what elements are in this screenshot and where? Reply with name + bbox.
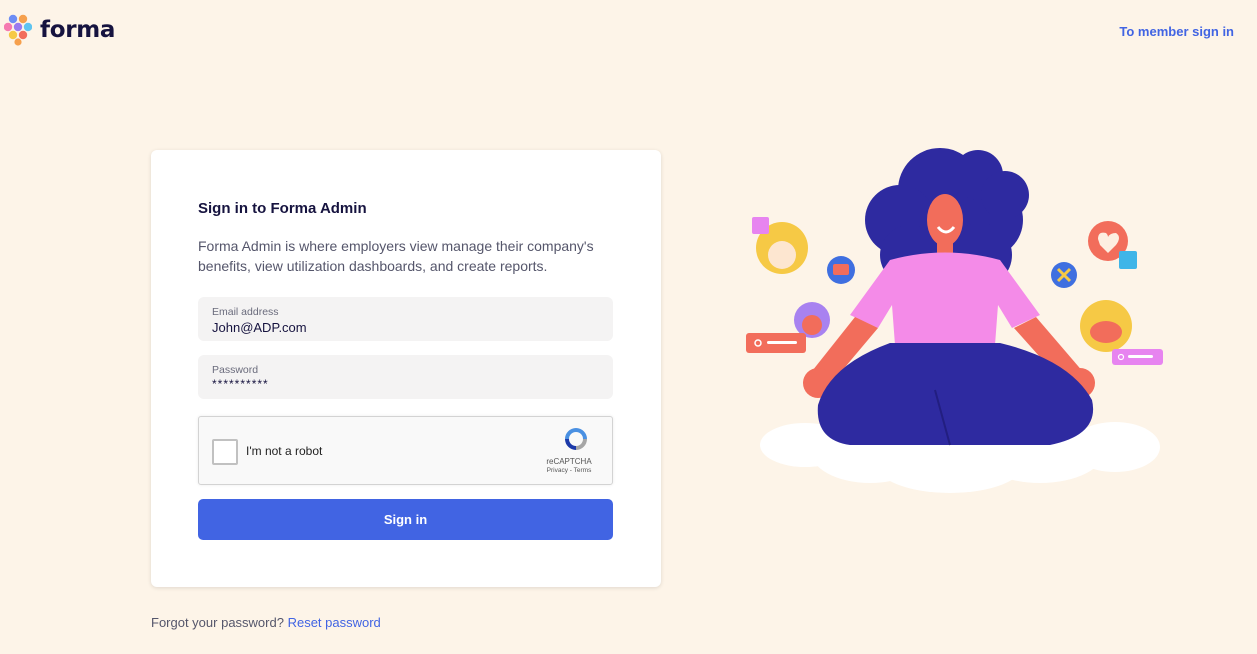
password-value[interactable]: ********** <box>212 377 269 391</box>
forma-logo[interactable]: forma <box>4 14 115 46</box>
recaptcha-widget: I'm not a robot reCAPTCHA Privacy - Term… <box>198 416 613 485</box>
sign-in-card: Sign in to Forma Admin Forma Admin is wh… <box>151 150 661 587</box>
face-shape <box>927 194 963 246</box>
recaptcha-label: I'm not a robot <box>246 444 323 458</box>
chat-avatar-icon <box>794 302 830 338</box>
email-label: Email address <box>212 306 279 318</box>
forma-logo-icon <box>4 14 32 46</box>
password-label: Password <box>212 364 259 376</box>
reset-password-link[interactable]: Reset password <box>288 615 381 630</box>
butterfly-icon <box>1051 262 1077 288</box>
shirt-shape <box>850 252 1040 345</box>
piggy-bank-icon <box>1080 300 1132 352</box>
email-value[interactable]: John@ADP.com <box>212 320 307 335</box>
heart-icon <box>1088 221 1137 269</box>
sign-in-button[interactable]: Sign in <box>198 499 613 540</box>
book-icon <box>827 256 855 284</box>
card-title: Sign in to Forma Admin <box>198 200 367 217</box>
forgot-password-row: Forgot your password? Reset password <box>151 615 381 630</box>
email-field[interactable]: Email address John@ADP.com <box>198 297 613 341</box>
meditation-illustration <box>746 148 1163 493</box>
recaptcha-checkbox[interactable] <box>212 439 238 465</box>
card-description: Forma Admin is where employers view mana… <box>198 238 594 274</box>
progress-card-icon <box>746 333 806 353</box>
logo-text: forma <box>40 17 116 43</box>
recaptcha-brand: reCAPTCHA <box>546 457 592 466</box>
sun-avatar-icon <box>752 217 808 274</box>
recaptcha-icon <box>565 428 587 450</box>
forgot-password-text: Forgot your password? <box>151 615 284 630</box>
pink-progress-card-icon <box>1112 349 1163 365</box>
member-sign-in-link[interactable]: To member sign in <box>1119 24 1234 39</box>
password-field[interactable]: Password ********** <box>198 355 613 399</box>
recaptcha-terms-link[interactable]: Privacy - Terms <box>529 467 609 474</box>
